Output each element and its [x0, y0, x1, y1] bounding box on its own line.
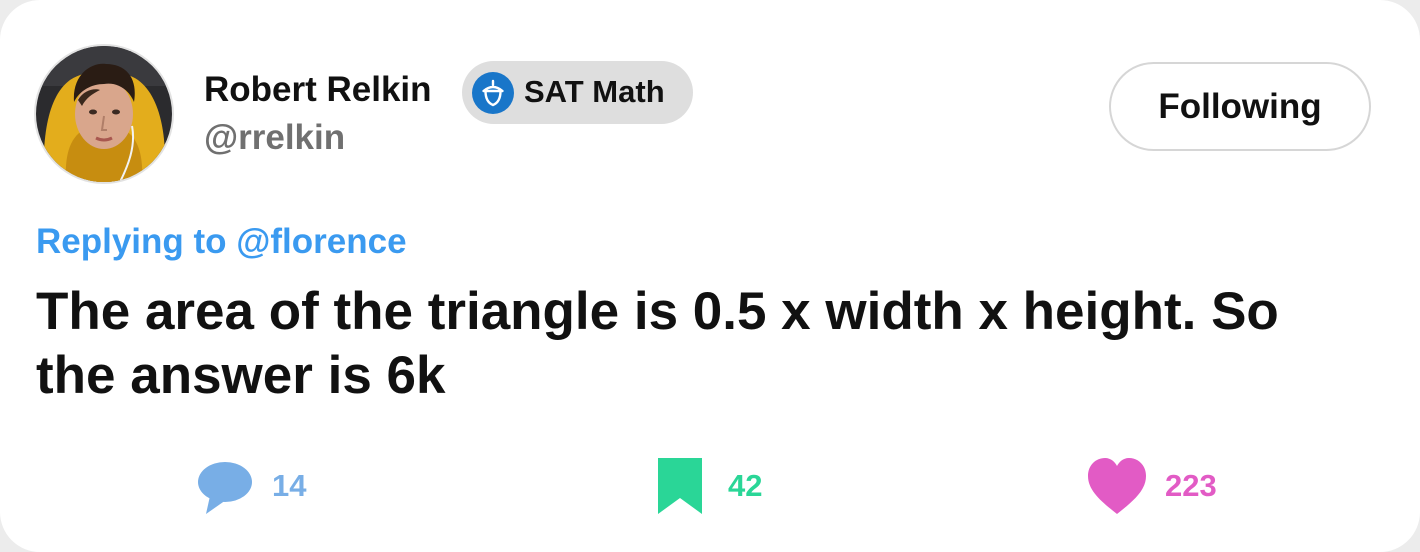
heart-icon	[1088, 458, 1146, 514]
comment-button[interactable]: 14	[196, 458, 346, 518]
like-count: 223	[1165, 468, 1217, 503]
bookmark-icon	[658, 458, 702, 514]
bookmark-button[interactable]: 42	[656, 458, 806, 518]
following-button[interactable]: Following	[1109, 62, 1371, 151]
avatar-photo	[36, 46, 172, 182]
like-button[interactable]: 223	[1088, 458, 1258, 518]
replying-to-link[interactable]: Replying to @florence	[36, 222, 407, 262]
community-badge[interactable]: SAT Math	[462, 61, 693, 124]
bookmark-count: 42	[728, 468, 763, 503]
author-name[interactable]: Robert Relkin	[204, 70, 432, 110]
avatar[interactable]	[34, 44, 174, 184]
comment-bubble-icon	[198, 462, 252, 514]
acorn-icon	[472, 72, 514, 114]
badge-label: SAT Math	[524, 74, 665, 109]
tweet-text: The area of the triangle is 0.5 x width …	[36, 282, 1279, 405]
comment-count: 14	[272, 468, 307, 503]
author-handle[interactable]: @rrelkin	[204, 118, 345, 158]
tweet-card: Robert Relkin @rrelkin SAT Math Followin…	[0, 0, 1420, 552]
